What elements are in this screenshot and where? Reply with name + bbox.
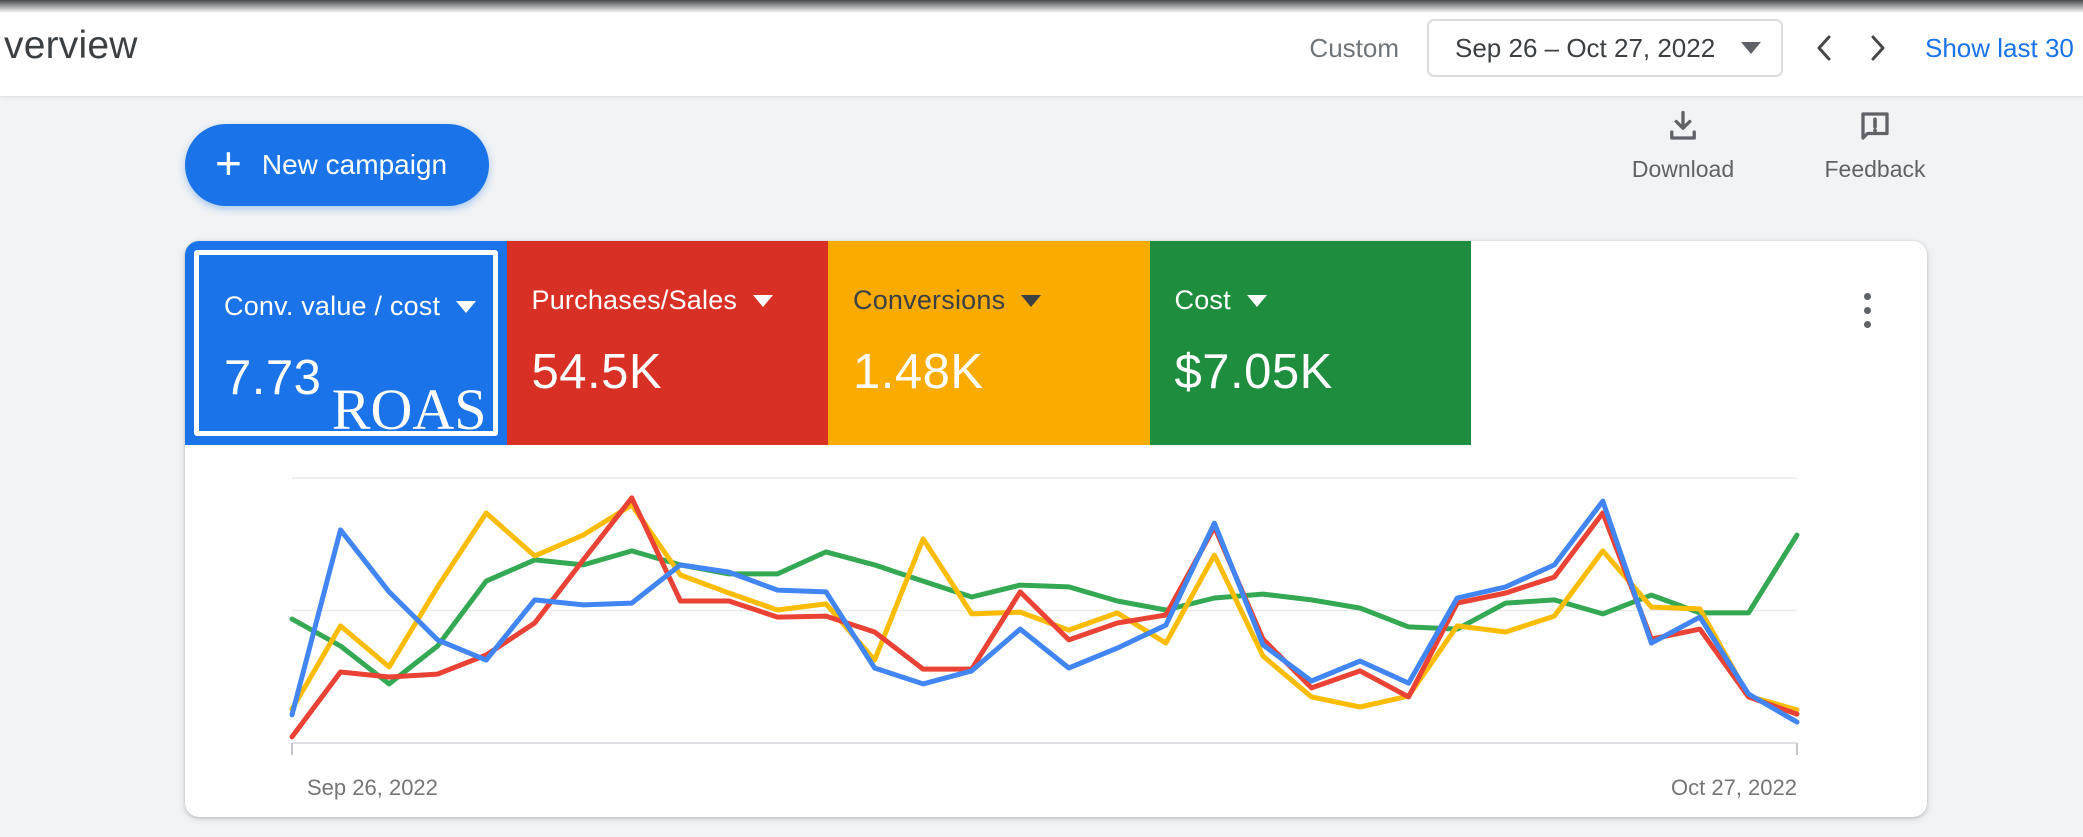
header-bar: verview Custom Sep 26 – Oct 27, 2022 Sho… (0, 0, 2083, 97)
x-axis-end-label: Oct 27, 2022 (1671, 775, 1797, 801)
metric-dropdown-arrow-icon (1247, 295, 1267, 307)
more-options-button[interactable] (1853, 287, 1881, 333)
metric-label: Purchases/Sales (532, 285, 819, 316)
page-title: verview (4, 24, 138, 68)
scorecard-cost[interactable]: Cost $7.05K (1150, 241, 1472, 445)
download-button[interactable]: Download (1618, 108, 1748, 183)
date-range-value: Sep 26 – Oct 27, 2022 (1455, 33, 1715, 64)
overview-content: + New campaign Download Feedback (0, 96, 2083, 837)
previous-date-range-button[interactable] (1811, 31, 1837, 65)
overview-performance-card: Conv. value / cost 7.73 ROAS Purchases/S… (185, 241, 1927, 817)
x-axis-start-label: Sep 26, 2022 (307, 775, 438, 801)
metric-dropdown-arrow-icon (753, 295, 773, 307)
metric-dropdown-arrow-icon (456, 301, 476, 313)
feedback-icon (1857, 108, 1893, 144)
chart-line-conversions (292, 505, 1797, 710)
metric-label: Conv. value / cost (224, 291, 497, 322)
kebab-dot (1864, 307, 1871, 314)
new-campaign-label: New campaign (262, 149, 447, 181)
metric-value: $7.05K (1175, 344, 1462, 400)
chart-line-conv-value-cost (292, 501, 1797, 722)
feedback-button[interactable]: Feedback (1810, 108, 1940, 183)
next-date-range-button[interactable] (1865, 31, 1891, 65)
metric-label: Cost (1175, 285, 1462, 316)
dropdown-arrow-icon (1741, 42, 1761, 54)
scorecard-conv-value-cost[interactable]: Conv. value / cost 7.73 ROAS (185, 241, 507, 445)
kebab-dot (1864, 321, 1871, 328)
download-label: Download (1632, 156, 1734, 183)
scorecard-conversions[interactable]: Conversions 1.48K (828, 241, 1150, 445)
feedback-label: Feedback (1824, 156, 1925, 183)
metric-value: 54.5K (532, 344, 819, 400)
metric-value: 1.48K (853, 344, 1140, 400)
date-range-type-label: Custom (1309, 33, 1399, 64)
scorecard-purchases-sales[interactable]: Purchases/Sales 54.5K (507, 241, 829, 445)
metric-scorecards: Conv. value / cost 7.73 ROAS Purchases/S… (185, 241, 1471, 445)
date-range-controls: Custom Sep 26 – Oct 27, 2022 Show last 3… (1309, 0, 2083, 96)
show-last-30-days-link[interactable]: Show last 30 (1925, 33, 2083, 64)
download-icon (1665, 108, 1701, 144)
metric-dropdown-arrow-icon (1021, 295, 1041, 307)
google-ads-overview-screen: verview Custom Sep 26 – Oct 27, 2022 Sho… (0, 0, 2083, 837)
kebab-dot (1864, 293, 1871, 300)
chevron-right-icon (1865, 31, 1891, 65)
chevron-left-icon (1811, 31, 1837, 65)
card-toolbar: Download Feedback (1618, 108, 1940, 183)
metric-label: Conversions (853, 285, 1140, 316)
date-range-selector[interactable]: Sep 26 – Oct 27, 2022 (1427, 19, 1783, 77)
roas-annotation: ROAS (332, 381, 487, 439)
new-campaign-button[interactable]: + New campaign (185, 124, 489, 206)
